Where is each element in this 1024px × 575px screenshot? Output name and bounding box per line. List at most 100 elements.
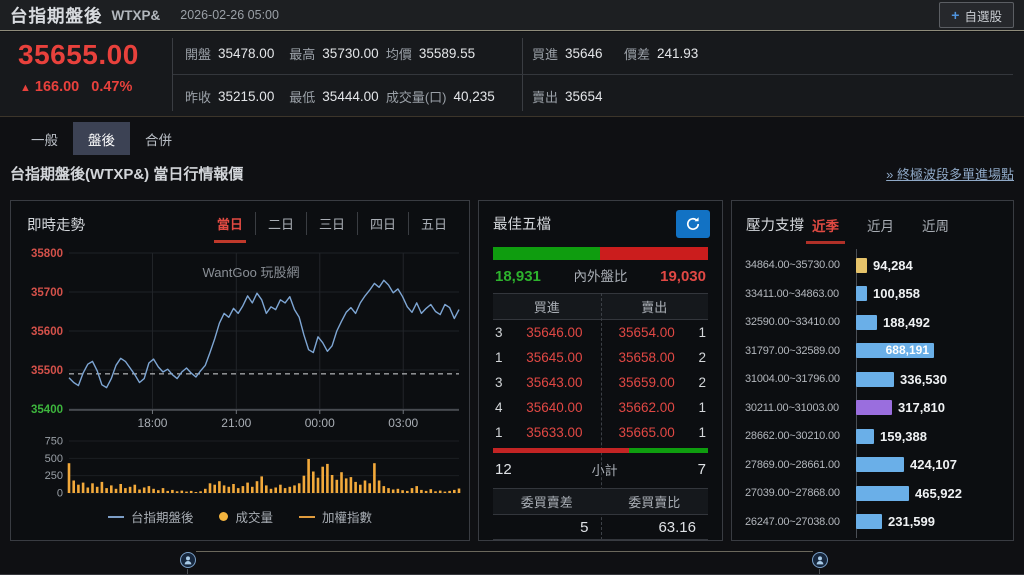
range-tab-四日[interactable]: 四日 (357, 212, 408, 235)
best-five-row: 435640.0035662.001 (479, 395, 722, 420)
quote-field-value: 35589.55 (419, 46, 475, 61)
bid-volume: 4 (495, 400, 519, 415)
legend-line-marker (299, 516, 315, 518)
ask-row: 賣出35654 (532, 75, 832, 117)
quote-field-value: 35215.00 (218, 89, 274, 104)
ask-column-header: 賣出 (601, 294, 709, 319)
bid-spread-row: 買進35646 價差241.93 (532, 32, 832, 74)
bid-subtotal: 12 (495, 461, 512, 478)
price-change: ▲166.000.47% (20, 79, 132, 95)
bid-subtotal-bar (493, 448, 629, 453)
tab-盤後[interactable]: 盤後 (73, 122, 130, 155)
legend-item: 台指期盤後 (108, 507, 194, 526)
diff-value: 5 (493, 515, 601, 539)
best-five-row: 335643.0035659.002 (479, 370, 722, 395)
pressure-row: 26247.00~27038.00231,599 (732, 508, 1013, 537)
quote-datetime: 2026-02-26 05:00 (180, 8, 279, 22)
pressure-tab-近周[interactable]: 近周 (922, 215, 949, 235)
volume-bar-chart: 7505002500 (19, 435, 463, 501)
ask-price: 35665.00 (601, 425, 683, 440)
symbol-code: WTXP& (112, 8, 161, 23)
best-five-row: 135645.0035658.002 (479, 345, 722, 370)
pressure-rows: 34864.00~35730.0094,28433411.00~34863.00… (732, 251, 1013, 536)
pressure-row: 33411.00~34863.00100,858 (732, 280, 1013, 309)
bid-volume: 1 (495, 425, 519, 440)
pressure-bar (856, 514, 882, 529)
strategy-link[interactable]: » 終極波段多單進場點 (886, 164, 1014, 183)
legend-line-marker (108, 516, 124, 518)
quote-row-2: 昨收35215.00最低35444.00成交量(口)40,235 (173, 75, 521, 117)
svg-text:21:00: 21:00 (221, 416, 251, 430)
pressure-value: 159,388 (880, 429, 927, 444)
inner-outer-bar (493, 247, 708, 260)
inner-volume: 18,931 (495, 268, 541, 285)
spread-label: 價差 (624, 44, 650, 63)
quote-field-label: 昨收 (185, 87, 211, 106)
svg-text:WantGoo 玩股網: WantGoo 玩股網 (202, 265, 299, 280)
ask-price: 35662.00 (601, 400, 683, 415)
person-icon (183, 555, 193, 565)
best-five-title: 最佳五檔 (493, 213, 551, 234)
legend-item: 成交量 (219, 507, 273, 526)
up-arrow-icon: ▲ (20, 82, 31, 94)
best-five-rows: 335646.0035654.001135645.0035658.0023356… (479, 320, 722, 445)
bid-price: 35643.00 (519, 375, 601, 390)
range-tabs: 當日二日三日四日五日 (205, 212, 459, 235)
pressure-row: 31004.00~31796.00336,530 (732, 365, 1013, 394)
range-tab-二日[interactable]: 二日 (255, 212, 306, 235)
svg-text:03:00: 03:00 (388, 416, 418, 430)
page-title: 台指期盤後 (10, 3, 103, 28)
quote-row-1: 開盤35478.00最高35730.00均價35589.55 (173, 32, 521, 74)
change-value: 166.00 (35, 79, 79, 95)
order-stats-values: 5 63.16 (493, 515, 708, 540)
ratio-value: 63.16 (601, 515, 709, 539)
intraday-panel: 即時走勢 當日二日三日四日五日 358003570035600355003540… (10, 200, 470, 541)
svg-text:00:00: 00:00 (305, 416, 335, 430)
pressure-tab-近月[interactable]: 近月 (867, 215, 894, 235)
subtotal-bar (493, 448, 708, 453)
pressure-row: 27869.00~28661.00424,107 (732, 451, 1013, 480)
best-five-row: 335646.0035654.001 (479, 320, 722, 345)
pressure-tab-近季[interactable]: 近季 (812, 215, 839, 235)
pressure-value: 231,599 (888, 514, 935, 529)
ask-price: 35659.00 (601, 375, 683, 390)
pressure-range-label: 34864.00~35730.00 (732, 259, 856, 271)
refresh-button[interactable] (676, 210, 710, 238)
pressure-value: 336,530 (900, 372, 947, 387)
diff-header: 委買賣差 (493, 489, 601, 514)
ask-subtotal: 7 (698, 461, 706, 478)
svg-text:18:00: 18:00 (137, 416, 167, 430)
inner-outer-row: 18,931 內外盤比 19,030 (495, 265, 706, 285)
quote-field-label: 最高 (289, 44, 315, 63)
range-slider-right-handle[interactable] (812, 552, 828, 568)
tab-一般[interactable]: 一般 (16, 122, 73, 155)
pressure-value: 688,191 (886, 343, 929, 358)
bid-column-header: 買進 (493, 294, 601, 319)
range-tab-當日[interactable]: 當日 (205, 212, 255, 235)
range-tab-五日[interactable]: 五日 (408, 212, 459, 235)
bid-price: 35640.00 (519, 400, 601, 415)
legend-item: 加權指數 (299, 507, 372, 526)
range-slider-left-handle[interactable] (180, 552, 196, 568)
tab-合併[interactable]: 合併 (130, 122, 187, 155)
bid-value: 35646 (565, 46, 603, 61)
pressure-support-panel: 壓力支撐 近季近月近周 34864.00~35730.0094,28433411… (731, 200, 1014, 541)
section-header: 台指期盤後(WTXP&) 當日行情報價 » 終極波段多單進場點 (10, 163, 1014, 184)
range-tab-三日[interactable]: 三日 (306, 212, 357, 235)
pressure-value: 188,492 (883, 315, 930, 330)
pressure-bar (856, 429, 874, 444)
svg-text:500: 500 (45, 453, 63, 465)
person-icon (815, 555, 825, 565)
outer-bar (600, 247, 708, 260)
quote-summary: 35655.00 ▲166.000.47% 開盤35478.00最高35730.… (0, 32, 1024, 117)
top-header-bar: 台指期盤後 WTXP& 2026-02-26 05:00 + 自選股 (0, 0, 1024, 31)
bid-price: 35646.00 (519, 325, 601, 340)
subtotal-row: 12 小計 7 (495, 456, 706, 482)
pressure-tabs: 近季 近月 近周 (812, 215, 949, 235)
price-line-chart[interactable]: 358003570035600355003540018:0021:0000:00… (19, 247, 463, 433)
quote-field-value: 35730.00 (322, 46, 378, 61)
pressure-bar (856, 457, 904, 472)
pressure-row: 30211.00~31003.00317,810 (732, 394, 1013, 423)
add-watchlist-button[interactable]: + 自選股 (939, 2, 1014, 28)
quote-field: 最高 35730.00 (289, 44, 386, 63)
